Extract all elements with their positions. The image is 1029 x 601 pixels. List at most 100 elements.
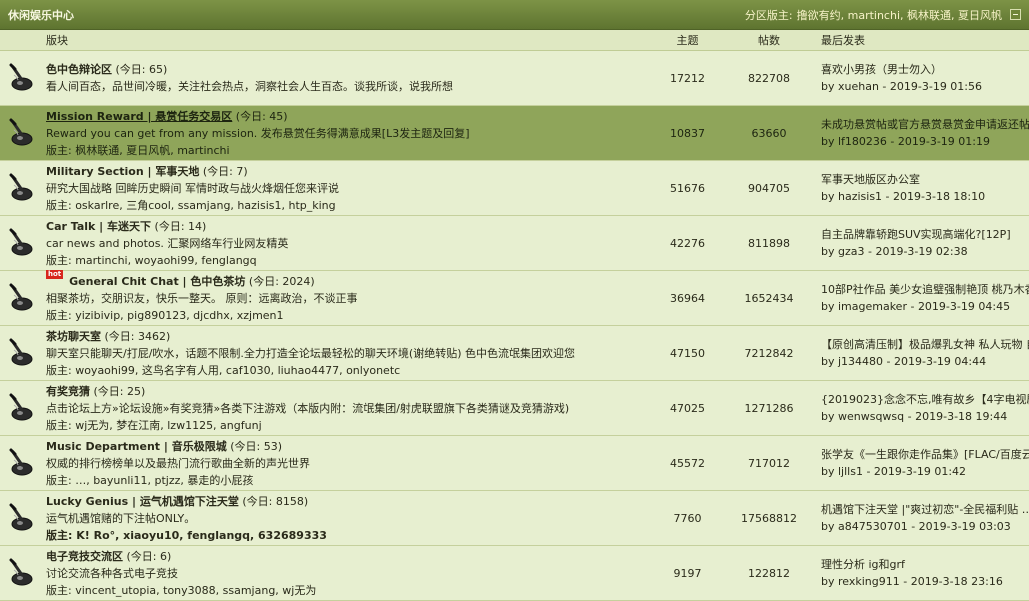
forum-today-count: (今日: 8158) (242, 494, 309, 508)
guitar-icon[interactable] (5, 173, 35, 203)
forum-posts-count: 717012 (748, 456, 790, 470)
guitar-icon[interactable] (5, 118, 35, 148)
column-forum: 版块 (46, 34, 68, 47)
guitar-icon[interactable] (5, 448, 35, 478)
forum-info: Mission Reward | 悬赏任务交易区 (今日: 45) Reward… (40, 108, 650, 159)
last-post-meta[interactable]: by j134480 - 2019-3-19 04:44 (821, 353, 1029, 370)
guitar-icon[interactable] (5, 338, 35, 368)
guitar-icon[interactable] (5, 393, 35, 423)
last-post-title-link[interactable]: {2019023}念念不忘,唯有故乡【4字电视剧】 (821, 391, 1029, 408)
forum-name-link[interactable]: Military Section | 军事天地 (46, 165, 199, 178)
forum-name-link[interactable]: 有奖竞猜 (46, 385, 90, 398)
forum-topics-count: 47150 (670, 346, 705, 360)
forum-description: 权威的排行榜榜单以及最热门流行歌曲全新的声光世界 (46, 456, 310, 470)
guitar-icon[interactable] (5, 63, 35, 93)
forum-row: 色中色辩论区 (今日: 65) 看人间百态，品世间冷暖，关注社会热点，洞察社会人… (0, 51, 1029, 106)
moderators-list[interactable]: 撸欲有约, martinchi, 枫林联通, 夏日风帆 (797, 7, 1002, 23)
last-post-meta[interactable]: by a847530701 - 2019-3-19 03:03 (821, 518, 1029, 535)
forum-name-link[interactable]: 电子竞技交流区 (46, 550, 123, 563)
forum-name-link[interactable]: General Chit Chat | 色中色茶坊 (69, 275, 245, 288)
last-post-meta[interactable]: by imagemaker - 2019-3-19 04:45 (821, 298, 1029, 315)
last-post-meta[interactable]: by xuehan - 2019-3-19 01:56 (821, 78, 1029, 95)
forum-name-link[interactable]: 色中色辩论区 (46, 63, 112, 76)
forum-icon-cell (0, 381, 40, 435)
forum-last-post: 喜欢小男孩（男士勿入） by xuehan - 2019-3-19 01:56 (813, 61, 1029, 95)
last-post-title-link[interactable]: 10部P社作品 美少女追璧强制艳顶 桃乃木香… (821, 281, 1029, 298)
moderators-label: 分区版主: (744, 8, 793, 22)
last-post-title-link[interactable]: 【原创高清压制】极品爆乳女神 私人玩物 自 … (821, 336, 1029, 353)
forum-description: 点击论坛上方»论坛设施»有奖竞猜»各类下注游戏（本版内附：流氓集团/射虎联盟旗下… (46, 401, 570, 415)
forum-icon-cell (0, 326, 40, 380)
last-post-meta[interactable]: by hazisis1 - 2019-3-18 18:10 (821, 188, 1029, 205)
last-post-meta[interactable]: by rexking911 - 2019-3-18 23:16 (821, 573, 1029, 590)
forum-posts-count: 17568812 (741, 511, 797, 525)
guitar-icon[interactable] (5, 503, 35, 533)
last-post-meta[interactable]: by ljlls1 - 2019-3-19 01:42 (821, 463, 1029, 480)
forum-today-count: (今日: 6) (126, 549, 172, 563)
forum-row: 电子竞技交流区 (今日: 6) 讨论交流各种各式电子竞技 版主: vincent… (0, 546, 1029, 601)
forum-name-link[interactable]: Car Talk | 车迷天下 (46, 220, 151, 233)
forum-info: Music Department | 音乐极限城 (今日: 53) 权威的排行榜… (40, 438, 650, 489)
forum-last-post: 【原创高清压制】极品爆乳女神 私人玩物 自 … by j134480 - 201… (813, 336, 1029, 370)
forum-moderators[interactable]: 版主: vincent_utopia, tony3088, ssamjang, … (46, 582, 650, 599)
last-post-title-link[interactable]: 军事天地版区办公室 (821, 171, 1029, 188)
forum-icon-cell (0, 161, 40, 215)
forum-description: 研究大国战略 回眸历史瞬间 军情时政与战火烽烟任您来评说 (46, 181, 339, 195)
forum-description: 讨论交流各种各式电子竞技 (46, 566, 178, 580)
forum-last-post: 机遇馆下注天堂 |"爽过初恋"-全民福利贴 … by a847530701 - … (813, 501, 1029, 535)
column-posts: 帖数 (758, 34, 780, 47)
forum-moderators[interactable]: 版主: K! Ro°, xiaoyu10, fenglangq, 6326893… (46, 527, 650, 544)
forum-name-link[interactable]: Mission Reward | 悬赏任务交易区 (46, 110, 232, 123)
forum-moderators[interactable]: 版主: wj无为, 梦在江南, lzw1125, angfunj (46, 417, 650, 434)
forum-topics-count: 9197 (673, 566, 702, 580)
last-post-meta[interactable]: by wenwsqwsq - 2019-3-18 19:44 (821, 408, 1029, 425)
forum-info: 电子竞技交流区 (今日: 6) 讨论交流各种各式电子竞技 版主: vincent… (40, 548, 650, 599)
forum-row: Lucky Genius | 运气机遇馆下注天堂 (今日: 8158) 运气机遇… (0, 491, 1029, 546)
last-post-meta[interactable]: by gza3 - 2019-3-19 02:38 (821, 243, 1029, 260)
collapse-icon[interactable] (1010, 9, 1021, 20)
forum-icon-cell (0, 546, 40, 600)
forum-topics-count: 36964 (670, 291, 705, 305)
forum-info: Car Talk | 车迷天下 (今日: 14) car news and ph… (40, 218, 650, 269)
forum-description: 相聚茶坊，交朋识友，快乐一整天。 原则：远离政治，不谈正事 (46, 291, 358, 305)
forum-today-count: (今日: 2024) (248, 274, 315, 288)
forum-topics-count: 7760 (673, 511, 702, 525)
guitar-icon[interactable] (5, 228, 35, 258)
forum-info: 色中色辩论区 (今日: 65) 看人间百态，品世间冷暖，关注社会热点，洞察社会人… (40, 61, 650, 95)
last-post-title-link[interactable]: 机遇馆下注天堂 |"爽过初恋"-全民福利贴 … (821, 501, 1029, 518)
forum-posts-count: 904705 (748, 181, 790, 195)
last-post-meta[interactable]: by lf180236 - 2019-3-19 01:19 (821, 133, 1029, 150)
forum-moderators[interactable]: 版主: yizibivip, pig890123, djcdhx, xzjmen… (46, 307, 650, 324)
forum-name-link[interactable]: Music Department | 音乐极限城 (46, 440, 227, 453)
forum-row: Mission Reward | 悬赏任务交易区 (今日: 45) Reward… (0, 106, 1029, 161)
forum-info: Military Section | 军事天地 (今日: 7) 研究大国战略 回… (40, 163, 650, 214)
column-topics: 主题 (676, 34, 699, 47)
guitar-icon[interactable] (5, 558, 35, 588)
guitar-icon[interactable] (5, 283, 35, 313)
forum-last-post: 自主品牌靠轿跑SUV实现高端化?[12P] by gza3 - 2019-3-1… (813, 226, 1029, 260)
forum-description: 聊天室只能聊天/打屁/吹水，话题不限制.全力打造全论坛最轻松的聊天环境(谢绝转贴… (46, 346, 575, 360)
last-post-title-link[interactable]: 未成功悬赏帖或官方悬赏悬赏金申请返还帖 (821, 116, 1029, 133)
forum-today-count: (今日: 25) (93, 384, 146, 398)
forum-last-post: 未成功悬赏帖或官方悬赏悬赏金申请返还帖 by lf180236 - 2019-3… (813, 116, 1029, 150)
forum-topics-count: 47025 (670, 401, 705, 415)
last-post-title-link[interactable]: 自主品牌靠轿跑SUV实现高端化?[12P] (821, 226, 1029, 243)
forum-moderators[interactable]: 版主: …, bayunli11, ptjzz, 暴走的小屁孩 (46, 472, 650, 489)
forum-moderators[interactable]: 版主: 枫林联通, 夏日风帆, martinchi (46, 142, 650, 159)
forum-moderators[interactable]: 版主: woyaohi99, 这鸟名字有人用, caf1030, liuhao4… (46, 362, 650, 379)
forum-last-post: 张学友《一生跟你走作品集》[FLAC/百度云] by ljlls1 - 2019… (813, 446, 1029, 480)
forum-row: 茶坊聊天室 (今日: 3462) 聊天室只能聊天/打屁/吹水，话题不限制.全力打… (0, 326, 1029, 381)
last-post-title-link[interactable]: 喜欢小男孩（男士勿入） (821, 61, 1029, 78)
forum-today-count: (今日: 45) (235, 109, 288, 123)
forum-info: hotGeneral Chit Chat | 色中色茶坊 (今日: 2024) … (40, 269, 650, 324)
forum-moderators[interactable]: 版主: martinchi, woyaohi99, fenglangq (46, 252, 650, 269)
forum-description: car news and photos. 汇聚网络车行业网友精英 (46, 236, 289, 250)
last-post-title-link[interactable]: 张学友《一生跟你走作品集》[FLAC/百度云] (821, 446, 1029, 463)
forum-name-link[interactable]: Lucky Genius | 运气机遇馆下注天堂 (46, 495, 239, 508)
forum-moderators[interactable]: 版主: oskarlre, 三角cool, ssamjang, hazisis1… (46, 197, 650, 214)
category-title[interactable]: 休闲娱乐中心 (8, 7, 74, 23)
forum-name-link[interactable]: 茶坊聊天室 (46, 330, 101, 343)
last-post-title-link[interactable]: 理性分析 ig和grf (821, 556, 1029, 573)
forum-icon-cell (0, 436, 40, 490)
forum-posts-count: 822708 (748, 71, 790, 85)
